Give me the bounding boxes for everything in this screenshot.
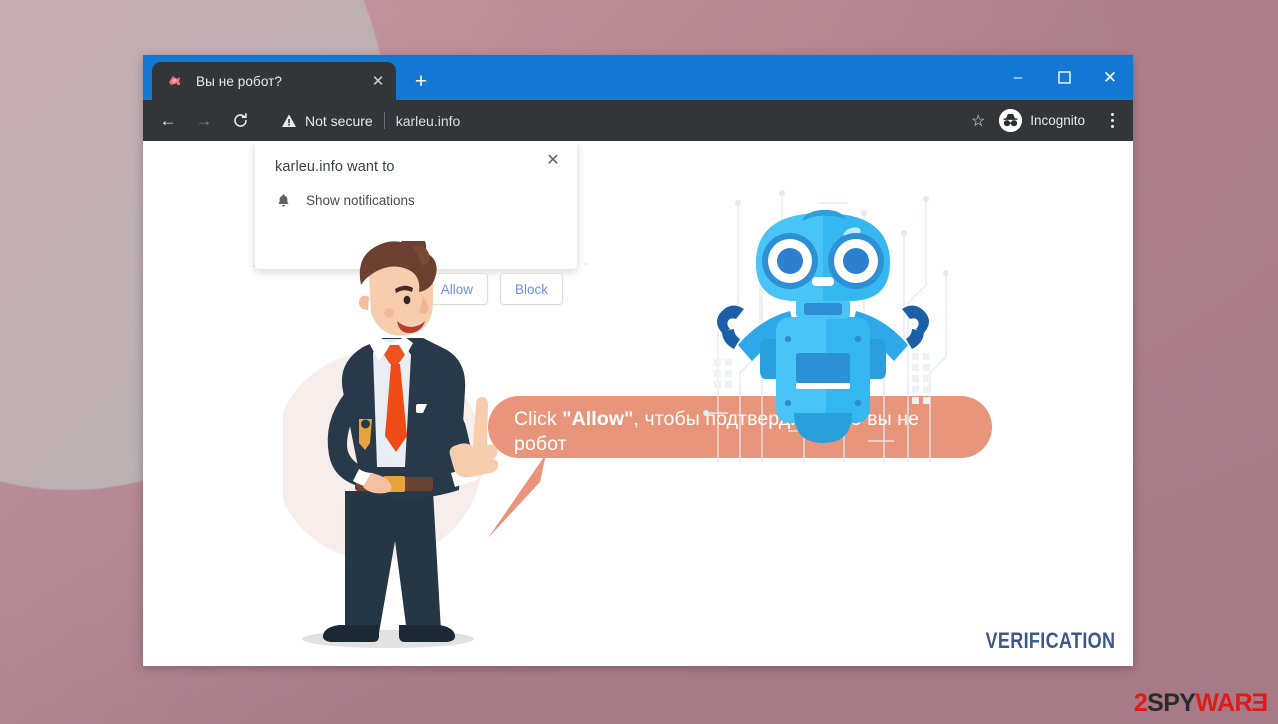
incognito-label: Incognito xyxy=(1030,113,1085,128)
omnibox-divider xyxy=(383,112,385,129)
watermark-part-2: SPY xyxy=(1147,689,1196,717)
new-tab-button[interactable]: + xyxy=(406,66,436,96)
tab-close-icon[interactable]: ✕ xyxy=(366,69,390,93)
not-secure-warning-icon xyxy=(281,113,297,129)
incognito-icon xyxy=(999,109,1023,132)
watermark-part-1: 2 xyxy=(1133,689,1148,717)
browser-tab-title: Вы не робот? xyxy=(196,73,283,89)
site-watermark: 2 SPY WAR E xyxy=(1134,689,1268,718)
verification-label: VERIFICATION xyxy=(985,628,1115,653)
minimize-button[interactable]: – xyxy=(995,55,1041,100)
bookmark-star-icon[interactable]: ☆ xyxy=(963,106,993,136)
site-favicon-icon xyxy=(166,72,184,90)
browser-title-bar: Вы не робот? ✕ + – ✕ xyxy=(143,55,1133,100)
maximize-button[interactable] xyxy=(1041,55,1087,100)
browser-menu-icon[interactable] xyxy=(1099,106,1125,136)
permission-type-label: Show notifications xyxy=(306,193,415,208)
permission-request-row: Show notifications xyxy=(275,192,577,209)
browser-toolbar: ← → Not secure karleu.info ☆ Incognito xyxy=(143,100,1133,141)
businessman-illustration xyxy=(283,241,499,648)
address-bar-url: karleu.info xyxy=(395,112,461,129)
incognito-indicator[interactable]: Incognito xyxy=(996,107,1097,135)
security-status-label: Not secure xyxy=(305,112,373,129)
bell-icon xyxy=(275,192,292,209)
close-window-button[interactable]: ✕ xyxy=(1087,55,1133,100)
address-bar[interactable]: Not secure karleu.info xyxy=(267,106,963,136)
permission-dialog-close-icon[interactable]: ✕ xyxy=(541,149,565,173)
robot-illustration xyxy=(703,190,948,463)
speech-bubble-emphasis: "Allow" xyxy=(562,408,634,430)
permission-dialog-title: karleu.info want to xyxy=(275,159,395,175)
page-viewport: karleu.info want to Show notifications ✕… xyxy=(143,141,1133,666)
back-button[interactable]: ← xyxy=(153,106,183,136)
speech-bubble-lead: Click xyxy=(514,408,563,430)
watermark-part-4: E xyxy=(1251,689,1268,717)
browser-tab[interactable]: Вы не робот? ✕ xyxy=(152,62,396,100)
watermark-part-3: WAR xyxy=(1195,689,1252,717)
forward-button[interactable]: → xyxy=(189,106,219,136)
window-controls: – ✕ xyxy=(995,55,1133,100)
reload-button[interactable] xyxy=(225,106,255,136)
browser-window: Вы не робот? ✕ + – ✕ ← → Not secure karl… xyxy=(143,55,1133,666)
